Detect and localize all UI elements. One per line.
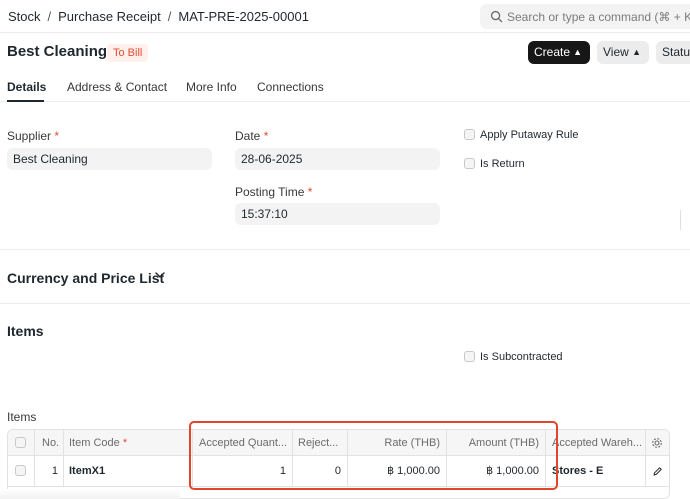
apply-putaway-rule-checkbox[interactable]: Apply Putaway Rule bbox=[464, 129, 578, 141]
col-warehouse: Accepted Wareh... bbox=[552, 437, 643, 449]
date-label: Date * bbox=[235, 129, 269, 143]
table-header: No. Item Code * Accepted Quant... Reject… bbox=[8, 430, 669, 456]
updown-arrows-icon: ▲ bbox=[573, 47, 582, 57]
items-section-title: Items bbox=[7, 323, 44, 339]
tab-connections[interactable]: Connections bbox=[257, 80, 324, 94]
page-title: Best Cleaning bbox=[7, 43, 108, 60]
column-divider bbox=[34, 456, 35, 486]
column-divider bbox=[292, 430, 293, 455]
currency-section-title[interactable]: Currency and Price List bbox=[7, 270, 164, 286]
active-tab-indicator bbox=[7, 100, 44, 102]
column-divider bbox=[545, 456, 546, 486]
column-divider bbox=[292, 456, 293, 486]
row-amount: ฿ 1,000.00 bbox=[486, 465, 539, 477]
breadcrumb-document-id[interactable]: MAT-PRE-2025-00001 bbox=[178, 9, 309, 24]
supplier-label: Supplier * bbox=[7, 129, 60, 143]
gear-icon[interactable] bbox=[651, 437, 663, 449]
col-rate: Rate (THB) bbox=[384, 437, 440, 449]
bottom-shadow bbox=[0, 489, 180, 499]
view-button[interactable]: View ▲ bbox=[597, 41, 649, 64]
column-divider bbox=[63, 430, 64, 455]
breadcrumb-separator: / bbox=[167, 9, 172, 24]
breadcrumb-separator: / bbox=[47, 9, 52, 24]
search-input[interactable]: Search or type a command (⌘ + K) bbox=[507, 10, 690, 24]
tab-more-info[interactable]: More Info bbox=[186, 80, 237, 94]
search-bar[interactable]: Search or type a command (⌘ + K) bbox=[480, 4, 690, 29]
checkbox-box[interactable] bbox=[464, 129, 475, 140]
col-item-code: Item Code * bbox=[69, 437, 128, 449]
status-badge: To Bill bbox=[107, 44, 149, 62]
create-button-label: Create bbox=[534, 45, 571, 59]
table-row[interactable]: 1 ItemX1 1 0 ฿ 1,000.00 ฿ 1,000.00 Store… bbox=[8, 456, 669, 486]
select-all-cell bbox=[15, 430, 29, 455]
items-table-label: Items bbox=[7, 410, 37, 424]
col-amount: Amount (THB) bbox=[468, 437, 539, 449]
column-divider bbox=[347, 430, 348, 455]
column-divider bbox=[446, 456, 447, 486]
column-divider bbox=[192, 456, 193, 486]
row-item-code[interactable]: ItemX1 bbox=[69, 456, 187, 486]
row-select-cell bbox=[15, 456, 29, 486]
column-divider bbox=[645, 430, 646, 455]
row-rejected-qty[interactable]: 0 bbox=[298, 456, 341, 486]
apply-putaway-rule-label: Apply Putaway Rule bbox=[480, 129, 579, 141]
select-all-checkbox[interactable] bbox=[15, 437, 26, 448]
edit-pencil-icon[interactable] bbox=[652, 466, 663, 477]
row-accepted-qty[interactable]: 1 bbox=[199, 456, 286, 486]
is-subcontracted-label: Is Subcontracted bbox=[480, 351, 563, 363]
section-divider bbox=[0, 249, 690, 250]
column-divider bbox=[347, 456, 348, 486]
column-divider bbox=[34, 430, 35, 455]
row-no: 1 bbox=[51, 465, 58, 477]
search-icon bbox=[490, 10, 503, 23]
breadcrumb-stock[interactable]: Stock bbox=[8, 9, 41, 24]
checkbox-box[interactable] bbox=[464, 158, 475, 169]
col-rejected-qty: Reject... bbox=[298, 437, 339, 449]
chevron-down-icon[interactable] bbox=[155, 271, 165, 279]
updown-arrows-icon: ▲ bbox=[632, 47, 641, 57]
section-divider bbox=[0, 303, 690, 304]
column-divider bbox=[545, 430, 546, 455]
breadcrumb: Stock / Purchase Receipt / MAT-PRE-2025-0000… bbox=[8, 9, 309, 24]
posting-time-field[interactable]: 15:37:10 bbox=[235, 203, 440, 225]
status-button[interactable]: Status bbox=[656, 41, 690, 64]
breadcrumb-purchase-receipt[interactable]: Purchase Receipt bbox=[58, 9, 161, 24]
row-warehouse[interactable]: Stores - E bbox=[552, 456, 644, 486]
column-divider bbox=[680, 210, 681, 230]
is-subcontracted-checkbox[interactable]: Is Subcontracted bbox=[464, 351, 563, 363]
is-return-label: Is Return bbox=[480, 158, 525, 170]
column-divider bbox=[192, 430, 193, 455]
supplier-field[interactable]: Best Cleaning bbox=[7, 148, 212, 170]
col-accepted-qty: Accepted Quant... bbox=[199, 437, 288, 449]
checkbox-box[interactable] bbox=[464, 351, 475, 362]
column-divider bbox=[645, 456, 646, 486]
top-bar: Stock / Purchase Receipt / MAT-PRE-2025-0000… bbox=[0, 0, 690, 33]
tab-address-contact[interactable]: Address & Contact bbox=[67, 80, 167, 94]
tab-details[interactable]: Details bbox=[7, 80, 46, 94]
status-button-label: Status bbox=[662, 45, 690, 59]
is-return-checkbox[interactable]: Is Return bbox=[464, 158, 525, 170]
date-field[interactable]: 28-06-2025 bbox=[235, 148, 440, 170]
tab-bar: Details Address & Contact More Info Conn… bbox=[0, 72, 690, 102]
row-checkbox[interactable] bbox=[15, 465, 26, 476]
create-button[interactable]: Create ▲ bbox=[528, 41, 590, 64]
column-divider bbox=[446, 430, 447, 455]
view-button-label: View bbox=[603, 45, 629, 59]
column-divider bbox=[63, 456, 64, 486]
posting-time-label: Posting Time * bbox=[235, 185, 313, 199]
row-rate[interactable]: ฿ 1,000.00 bbox=[353, 456, 440, 486]
